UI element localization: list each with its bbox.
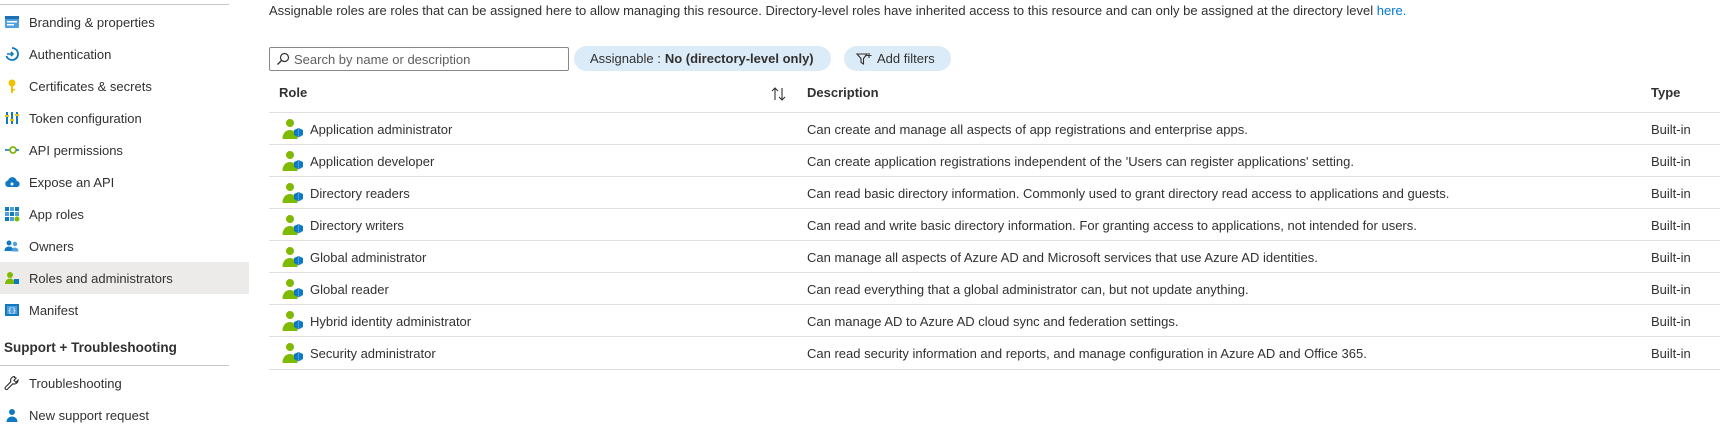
role-type: Built-in xyxy=(1651,281,1691,297)
role-icon xyxy=(282,214,304,236)
sidebar-item-roles-and-administrators[interactable]: Roles and administrators xyxy=(0,262,249,294)
sidebar-item-new-support-request[interactable]: New support request xyxy=(0,399,249,431)
sidebar: Branding & properties Authentication Cer… xyxy=(0,0,250,430)
app-roles-icon xyxy=(4,206,20,222)
intro-text: Assignable roles are roles that can be a… xyxy=(269,3,1406,18)
sidebar-divider xyxy=(0,4,229,5)
role-description: Can manage all aspects of Azure AD and M… xyxy=(807,249,1318,265)
cloud-icon xyxy=(4,174,20,190)
role-type: Built-in xyxy=(1651,153,1691,169)
filter-value: No (directory-level only) xyxy=(664,51,814,66)
sidebar-item-token-configuration[interactable]: Token configuration xyxy=(0,102,249,134)
svg-text:{}: {} xyxy=(8,307,16,315)
role-type: Built-in xyxy=(1651,121,1691,137)
branding-icon xyxy=(4,14,20,30)
table-row[interactable]: Global administrator Can manage all aspe… xyxy=(269,240,1720,273)
sidebar-item-api-permissions[interactable]: API permissions xyxy=(0,134,249,166)
sidebar-item-authentication[interactable]: Authentication xyxy=(0,38,249,70)
sidebar-item-certificates[interactable]: Certificates & secrets xyxy=(0,70,249,102)
sidebar-item-label: Branding & properties xyxy=(29,14,155,30)
api-permissions-icon xyxy=(4,142,20,158)
search-box xyxy=(269,47,569,71)
role-icon xyxy=(282,118,304,140)
sidebar-item-branding[interactable]: Branding & properties xyxy=(0,6,249,38)
sidebar-item-owners[interactable]: Owners xyxy=(0,230,249,262)
sidebar-item-label: API permissions xyxy=(29,142,123,158)
assignable-filter-pill[interactable]: Assignable : No (directory-level only) xyxy=(574,46,831,71)
role-type: Built-in xyxy=(1651,185,1691,201)
sidebar-item-label: Token configuration xyxy=(29,110,142,126)
role-name: Directory writers xyxy=(310,217,404,233)
sidebar-item-label: Certificates & secrets xyxy=(29,78,152,94)
add-filters-button[interactable]: Add filters xyxy=(844,46,951,71)
owners-icon xyxy=(4,238,20,254)
sidebar-item-manifest[interactable]: {} Manifest xyxy=(0,294,249,326)
sort-icon[interactable] xyxy=(770,87,788,101)
role-name: Hybrid identity administrator xyxy=(310,313,472,329)
sidebar-item-troubleshooting[interactable]: Troubleshooting xyxy=(0,367,249,399)
table-row[interactable]: Security administrator Can read security… xyxy=(269,336,1720,370)
table-row[interactable]: Directory readers Can read basic directo… xyxy=(269,176,1720,209)
sidebar-item-label: Expose an API xyxy=(29,174,115,190)
role-type: Built-in xyxy=(1651,249,1691,265)
role-name: Application developer xyxy=(310,153,435,169)
role-icon xyxy=(282,182,304,204)
filter-label: Assignable : xyxy=(590,51,661,66)
table-row[interactable]: Global reader Can read everything that a… xyxy=(269,272,1720,305)
sidebar-item-label: Owners xyxy=(29,238,74,254)
table-row[interactable]: Hybrid identity administrator Can manage… xyxy=(269,304,1720,337)
role-type: Built-in xyxy=(1651,217,1691,233)
table-row[interactable]: Application developer Can create applica… xyxy=(269,144,1720,177)
role-description: Can create application registrations ind… xyxy=(807,153,1354,169)
sidebar-item-label: New support request xyxy=(29,407,149,423)
role-icon xyxy=(282,310,304,332)
sidebar-divider xyxy=(0,365,229,366)
sidebar-item-label: Troubleshooting xyxy=(29,375,122,391)
add-filters-label: Add filters xyxy=(877,51,935,66)
sidebar-section-title: Support + Troubleshooting xyxy=(4,340,177,355)
role-icon xyxy=(282,342,304,364)
role-icon xyxy=(282,278,304,300)
role-description: Can manage AD to Azure AD cloud sync and… xyxy=(807,313,1179,329)
column-header-type[interactable]: Type xyxy=(1651,85,1680,100)
role-name: Application administrator xyxy=(310,121,453,137)
sidebar-item-label: Manifest xyxy=(29,302,79,318)
role-icon xyxy=(282,246,304,268)
search-icon xyxy=(276,52,290,66)
role-description: Can read everything that a global admini… xyxy=(807,281,1249,297)
role-type: Built-in xyxy=(1651,345,1691,361)
sidebar-item-label: Authentication xyxy=(29,46,112,62)
support-person-icon xyxy=(4,407,20,423)
table-row[interactable]: Directory writers Can read and write bas… xyxy=(269,208,1720,241)
authentication-icon xyxy=(4,46,20,62)
wrench-icon xyxy=(4,375,20,391)
role-icon xyxy=(282,150,304,172)
role-description: Can read and write basic directory infor… xyxy=(807,217,1417,233)
role-description: Can create and manage all aspects of app… xyxy=(807,121,1248,137)
sidebar-item-app-roles[interactable]: App roles xyxy=(0,198,249,230)
key-icon xyxy=(4,78,20,94)
roles-icon xyxy=(4,270,20,286)
column-header-description[interactable]: Description xyxy=(807,85,879,100)
role-name: Security administrator xyxy=(310,345,436,361)
intro-description: Assignable roles are roles that can be a… xyxy=(269,3,1377,18)
role-description: Can read security information and report… xyxy=(807,345,1367,361)
search-input[interactable] xyxy=(290,51,554,67)
sidebar-item-expose-api[interactable]: Expose an API xyxy=(0,166,249,198)
role-description: Can read basic directory information. Co… xyxy=(807,185,1450,201)
sidebar-item-label: Roles and administrators xyxy=(29,270,173,286)
role-name: Global administrator xyxy=(310,249,427,265)
token-icon xyxy=(4,110,20,126)
add-filter-icon xyxy=(856,52,872,66)
sidebar-item-label: App roles xyxy=(29,206,84,222)
role-name: Global reader xyxy=(310,281,389,297)
role-type: Built-in xyxy=(1651,313,1691,329)
column-header-role[interactable]: Role xyxy=(279,85,307,100)
directory-level-link[interactable]: here. xyxy=(1377,3,1407,18)
manifest-icon: {} xyxy=(4,302,20,318)
role-name: Directory readers xyxy=(310,185,410,201)
table-row[interactable]: Application administrator Can create and… xyxy=(269,112,1720,145)
